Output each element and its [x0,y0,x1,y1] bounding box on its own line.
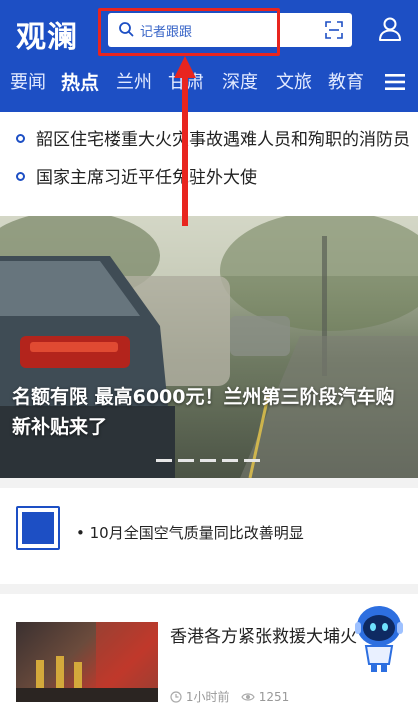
quick-news-row[interactable]: • 10月全国空气质量同比改善明显 [0,488,418,584]
tab-wenlv[interactable]: 文旅 [276,68,312,94]
section-divider [0,478,418,488]
hero-carousel[interactable]: 名额有限 最高6000元！兰州第三阶段汽车购新补贴来了 [0,216,418,478]
tab-yaowen[interactable]: 要闻 [10,68,46,94]
story-views: 1251 [258,690,290,704]
bullet-icon [16,172,25,181]
bullet-icon [16,134,25,143]
tab-gansu[interactable]: 甘肃 [168,68,204,94]
carousel-dot[interactable] [200,459,216,462]
tab-shendu[interactable]: 深度 [222,68,258,94]
story-meta: 1小时前 1251 [170,688,289,705]
channel-tabs: 要闻 热点 兰州 甘肃 深度 文旅 教育 [0,64,418,100]
tab-jiaoyu[interactable]: 教育 [328,68,364,94]
clock-icon [170,691,182,703]
carousel-dot[interactable] [222,459,238,462]
news-headline: 韶区住宅楼重大火灾事故遇难人员和殉职的消防员 [36,130,410,150]
tab-redian[interactable]: 热点 [61,68,99,95]
app-logo[interactable]: 观澜 [16,12,78,56]
quick-news-text: • 10月全国空气质量同比改善明显 [76,524,304,542]
news-headline: 国家主席习近平任免驻外大使 [36,168,257,188]
carousel-dot[interactable] [156,459,172,462]
menu-icon[interactable] [385,73,405,91]
app-header: 观澜 记者跟跟 要闻 热点 兰州 甘肃 深度 文旅 教育 [0,0,418,112]
quick-news-logo-icon [16,506,60,550]
carousel-dot[interactable] [244,459,260,462]
user-icon[interactable] [378,16,402,42]
tab-lanzhou[interactable]: 兰州 [116,68,152,94]
robot-assistant-icon[interactable] [352,602,406,674]
hero-title[interactable]: 名额有限 最高6000元！兰州第三阶段汽车购新补贴来了 [12,382,408,442]
search-placeholder: 记者跟跟 [140,25,193,40]
top-news-list: 韶区住宅楼重大火灾事故遇难人员和殉职的消防员 国家主席习近平任免驻外大使 [0,112,418,216]
story-title: 香港各方紧张救援大埔火 [170,627,357,647]
scan-icon[interactable] [324,20,344,40]
eye-icon [241,693,255,701]
story-thumbnail [16,622,158,702]
carousel-dot[interactable] [178,459,194,462]
section-divider [0,584,418,594]
search-bar[interactable]: 记者跟跟 [108,13,352,47]
story-time: 1小时前 [185,690,230,704]
search-icon [119,22,134,37]
